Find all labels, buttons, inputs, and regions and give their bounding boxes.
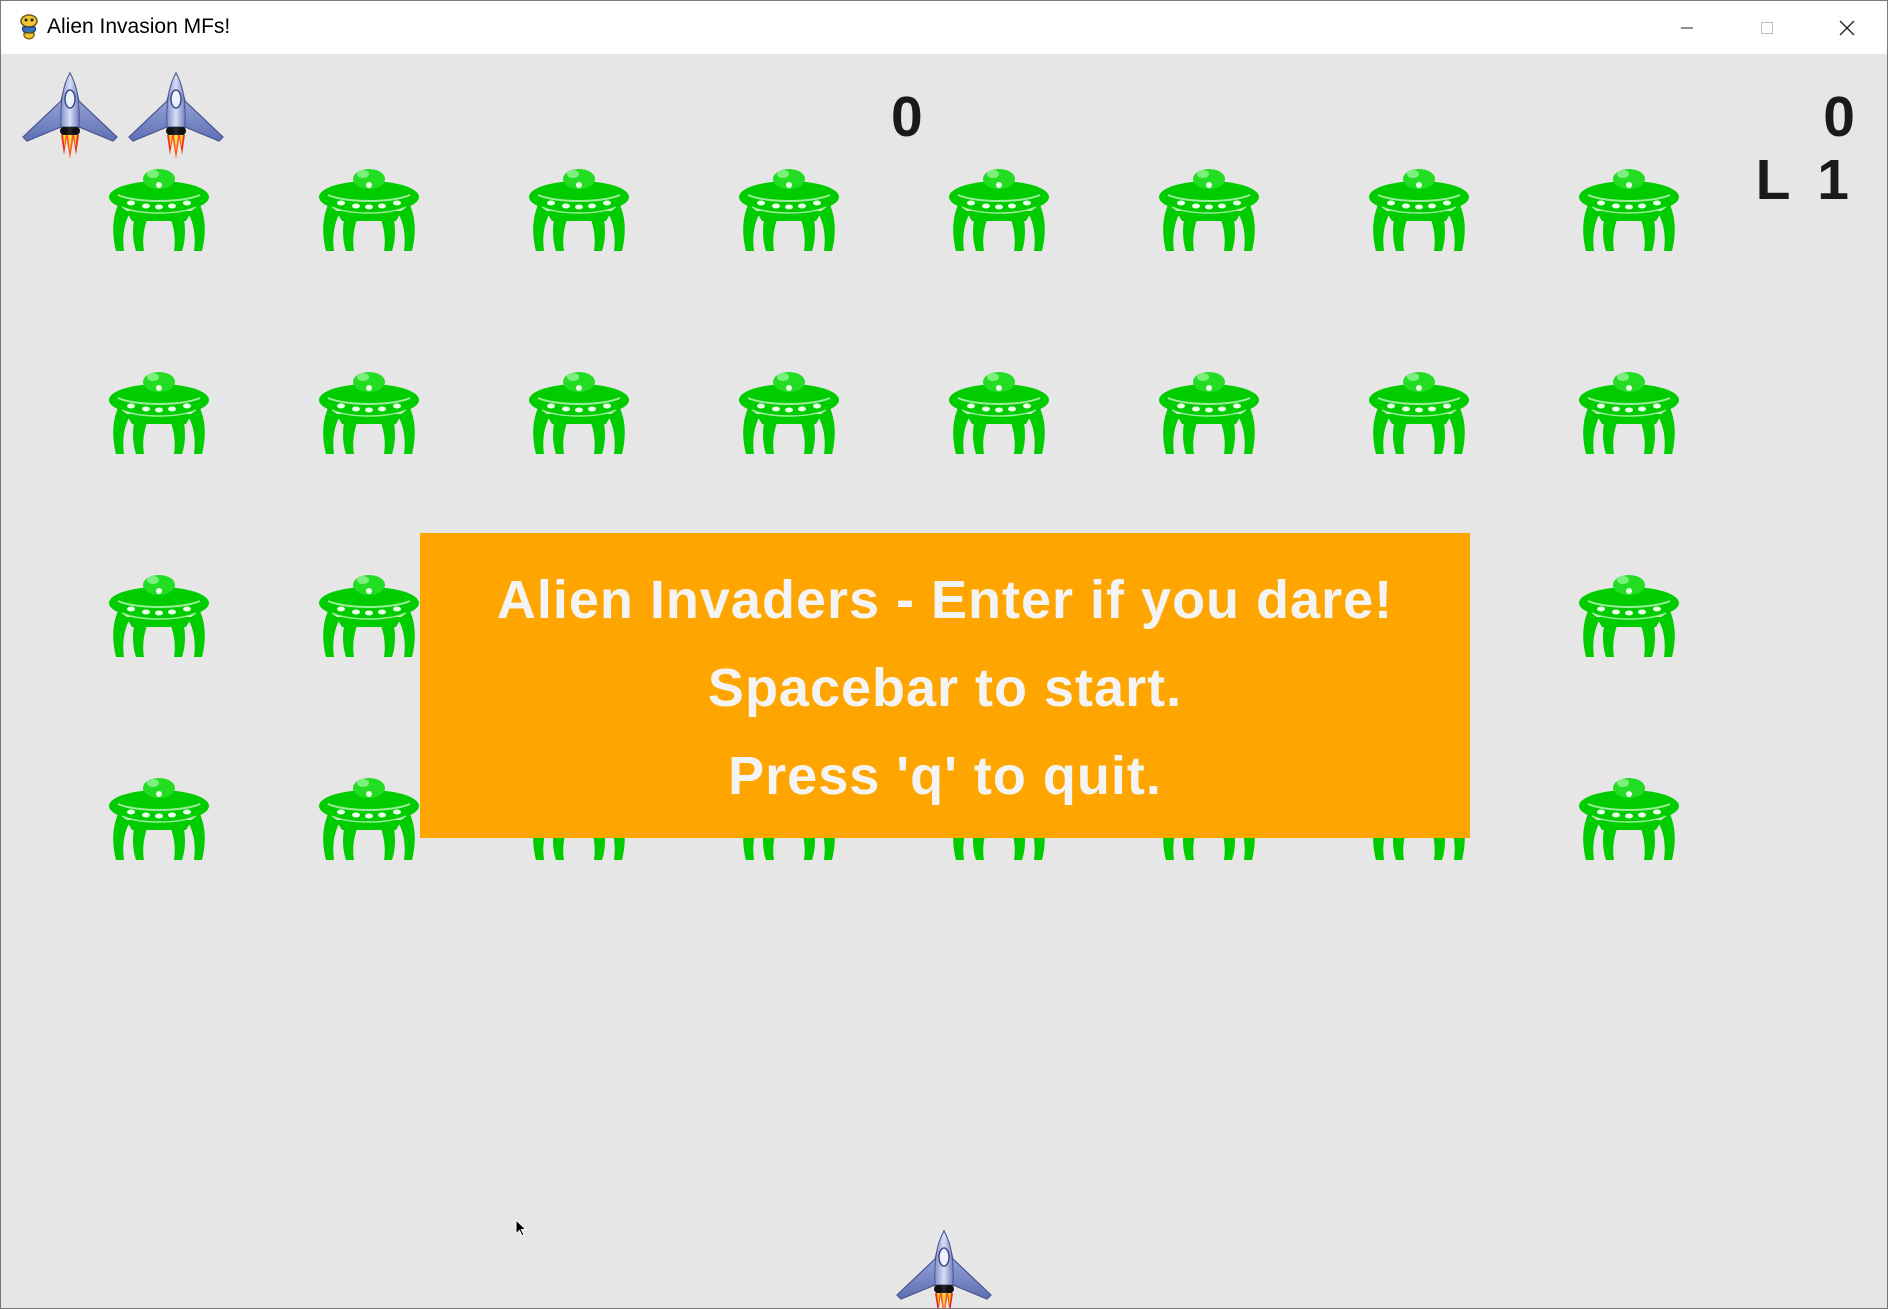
close-icon	[1839, 20, 1855, 35]
pygame-snake-icon	[20, 14, 38, 40]
alien-ufo-icon	[106, 561, 212, 663]
alien-ufo-icon	[1156, 358, 1262, 460]
alien-ufo-icon	[736, 155, 842, 257]
alien-ufo-icon	[1576, 561, 1682, 663]
remaining-ship-icon	[17, 71, 123, 161]
alien-ufo-icon	[946, 358, 1052, 460]
alien-ufo-icon	[1366, 358, 1472, 460]
player-ship-icon	[891, 1229, 997, 1309]
alien-ufo-icon	[316, 155, 422, 257]
alien-ufo-icon	[736, 358, 842, 460]
remaining-ship-icon	[123, 71, 229, 161]
alien-ufo-icon	[316, 561, 422, 663]
alien-ufo-icon	[1576, 155, 1682, 257]
alien-ufo-icon	[1576, 358, 1682, 460]
minimize-icon	[1681, 27, 1693, 28]
maximize-icon	[1761, 21, 1773, 34]
alien-ufo-icon	[1156, 155, 1262, 257]
mouse-cursor-icon	[515, 1219, 528, 1237]
alien-ufo-icon	[526, 155, 632, 257]
game-canvas[interactable]: 0 0 L 1 Alien Invaders - Enter if you da…	[1, 54, 1887, 1309]
high-score-display: 0	[1823, 85, 1855, 149]
banner-quit-instruction: Press 'q' to quit.	[728, 746, 1162, 806]
maximize-button[interactable]	[1727, 1, 1807, 54]
alien-ufo-icon	[106, 764, 212, 866]
alien-ufo-icon	[106, 155, 212, 257]
title-bar[interactable]: Alien Invasion MFs!	[1, 1, 1887, 54]
alien-ufo-icon	[106, 358, 212, 460]
play-button[interactable]: Alien Invaders - Enter if you dare! Spac…	[420, 533, 1470, 838]
banner-start-instruction: Spacebar to start.	[707, 658, 1183, 718]
alien-ufo-icon	[1576, 764, 1682, 866]
banner-title: Alien Invaders - Enter if you dare!	[496, 570, 1394, 630]
alien-ufo-icon	[946, 155, 1052, 257]
level-display: L 1	[1755, 148, 1855, 212]
game-window: Alien Invasion MFs! 0 0 L 1 Alien Invade…	[0, 0, 1888, 1309]
alien-ufo-icon	[526, 358, 632, 460]
close-button[interactable]	[1807, 1, 1887, 54]
alien-ufo-icon	[316, 358, 422, 460]
score-display: 0	[891, 85, 923, 149]
alien-ufo-icon	[316, 764, 422, 866]
window-title: Alien Invasion MFs!	[47, 15, 231, 38]
alien-ufo-icon	[1366, 155, 1472, 257]
minimize-button[interactable]	[1647, 1, 1727, 54]
